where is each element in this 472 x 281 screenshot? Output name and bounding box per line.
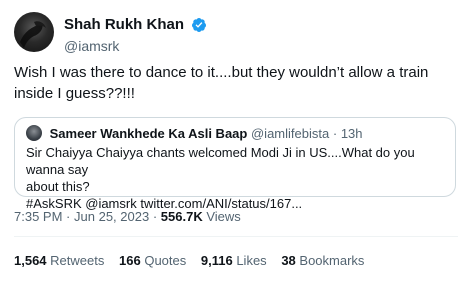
tweet-stats: 1,564 Retweets 166 Quotes 9,116 Likes 38… — [14, 252, 375, 269]
author-avatar[interactable] — [14, 12, 54, 52]
author-display-name[interactable]: Shah Rukh Khan — [64, 16, 184, 34]
meta-separator: · — [66, 209, 71, 224]
likes-stat[interactable]: 9,116 Likes — [201, 252, 267, 269]
tweet-text: Wish I was there to dance to it....but t… — [14, 64, 429, 102]
quotes-stat[interactable]: 166 Quotes — [119, 252, 186, 269]
bookmarks-label: Bookmarks — [299, 253, 365, 268]
quotes-count: 166 — [119, 253, 141, 268]
quoted-tweet-time[interactable]: 13h — [341, 126, 363, 141]
quoted-separator: · — [332, 126, 338, 141]
views-label: Views — [206, 209, 241, 224]
quotes-label: Quotes — [144, 253, 187, 268]
quoted-author-avatar — [26, 125, 42, 141]
likes-count: 9,116 — [200, 253, 233, 268]
author-info: Shah Rukh Khan @iamsrk — [64, 16, 207, 55]
retweets-stat[interactable]: 1,564 Retweets — [14, 252, 104, 269]
quoted-tweet-card[interactable]: Sameer Wankhede Ka Asli Baap @iamlifebis… — [14, 117, 456, 211]
bookmarks-count: 38 — [281, 253, 296, 268]
meta-separator: · — [152, 209, 158, 224]
tweet-header: Shah Rukh Khan @iamsrk — [14, 12, 454, 56]
quoted-tweet-header: Sameer Wankhede Ka Asli Baap @iamlifebis… — [26, 125, 444, 142]
quoted-author-name[interactable]: Sameer Wankhede Ka Asli Baap — [50, 126, 248, 141]
views-count: 556.7K — [160, 209, 203, 224]
verified-badge-icon — [192, 18, 207, 32]
tweet-meta: 7:35 PM · Jun 25, 2023 · 556.7K Views — [14, 208, 241, 225]
tweet-time[interactable]: 7:35 PM — [14, 209, 62, 224]
quoted-text-line: about this? — [26, 179, 90, 194]
retweets-count: 1,564 — [14, 253, 47, 268]
retweets-label: Retweets — [50, 253, 105, 268]
quoted-author-handle[interactable]: @iamlifebista — [251, 126, 329, 141]
author-handle[interactable]: @iamsrk — [64, 37, 207, 55]
divider — [14, 236, 458, 237]
bookmarks-stat[interactable]: 38 Bookmarks — [281, 252, 364, 269]
tweet-date[interactable]: Jun 25, 2023 — [74, 209, 149, 224]
quoted-text-line: Sir Chaiyya Chaiyya chants welcomed Modi… — [26, 145, 415, 177]
likes-label: Likes — [236, 253, 267, 268]
quoted-tweet-text: Sir Chaiyya Chaiyya chants welcomed Modi… — [26, 144, 444, 212]
